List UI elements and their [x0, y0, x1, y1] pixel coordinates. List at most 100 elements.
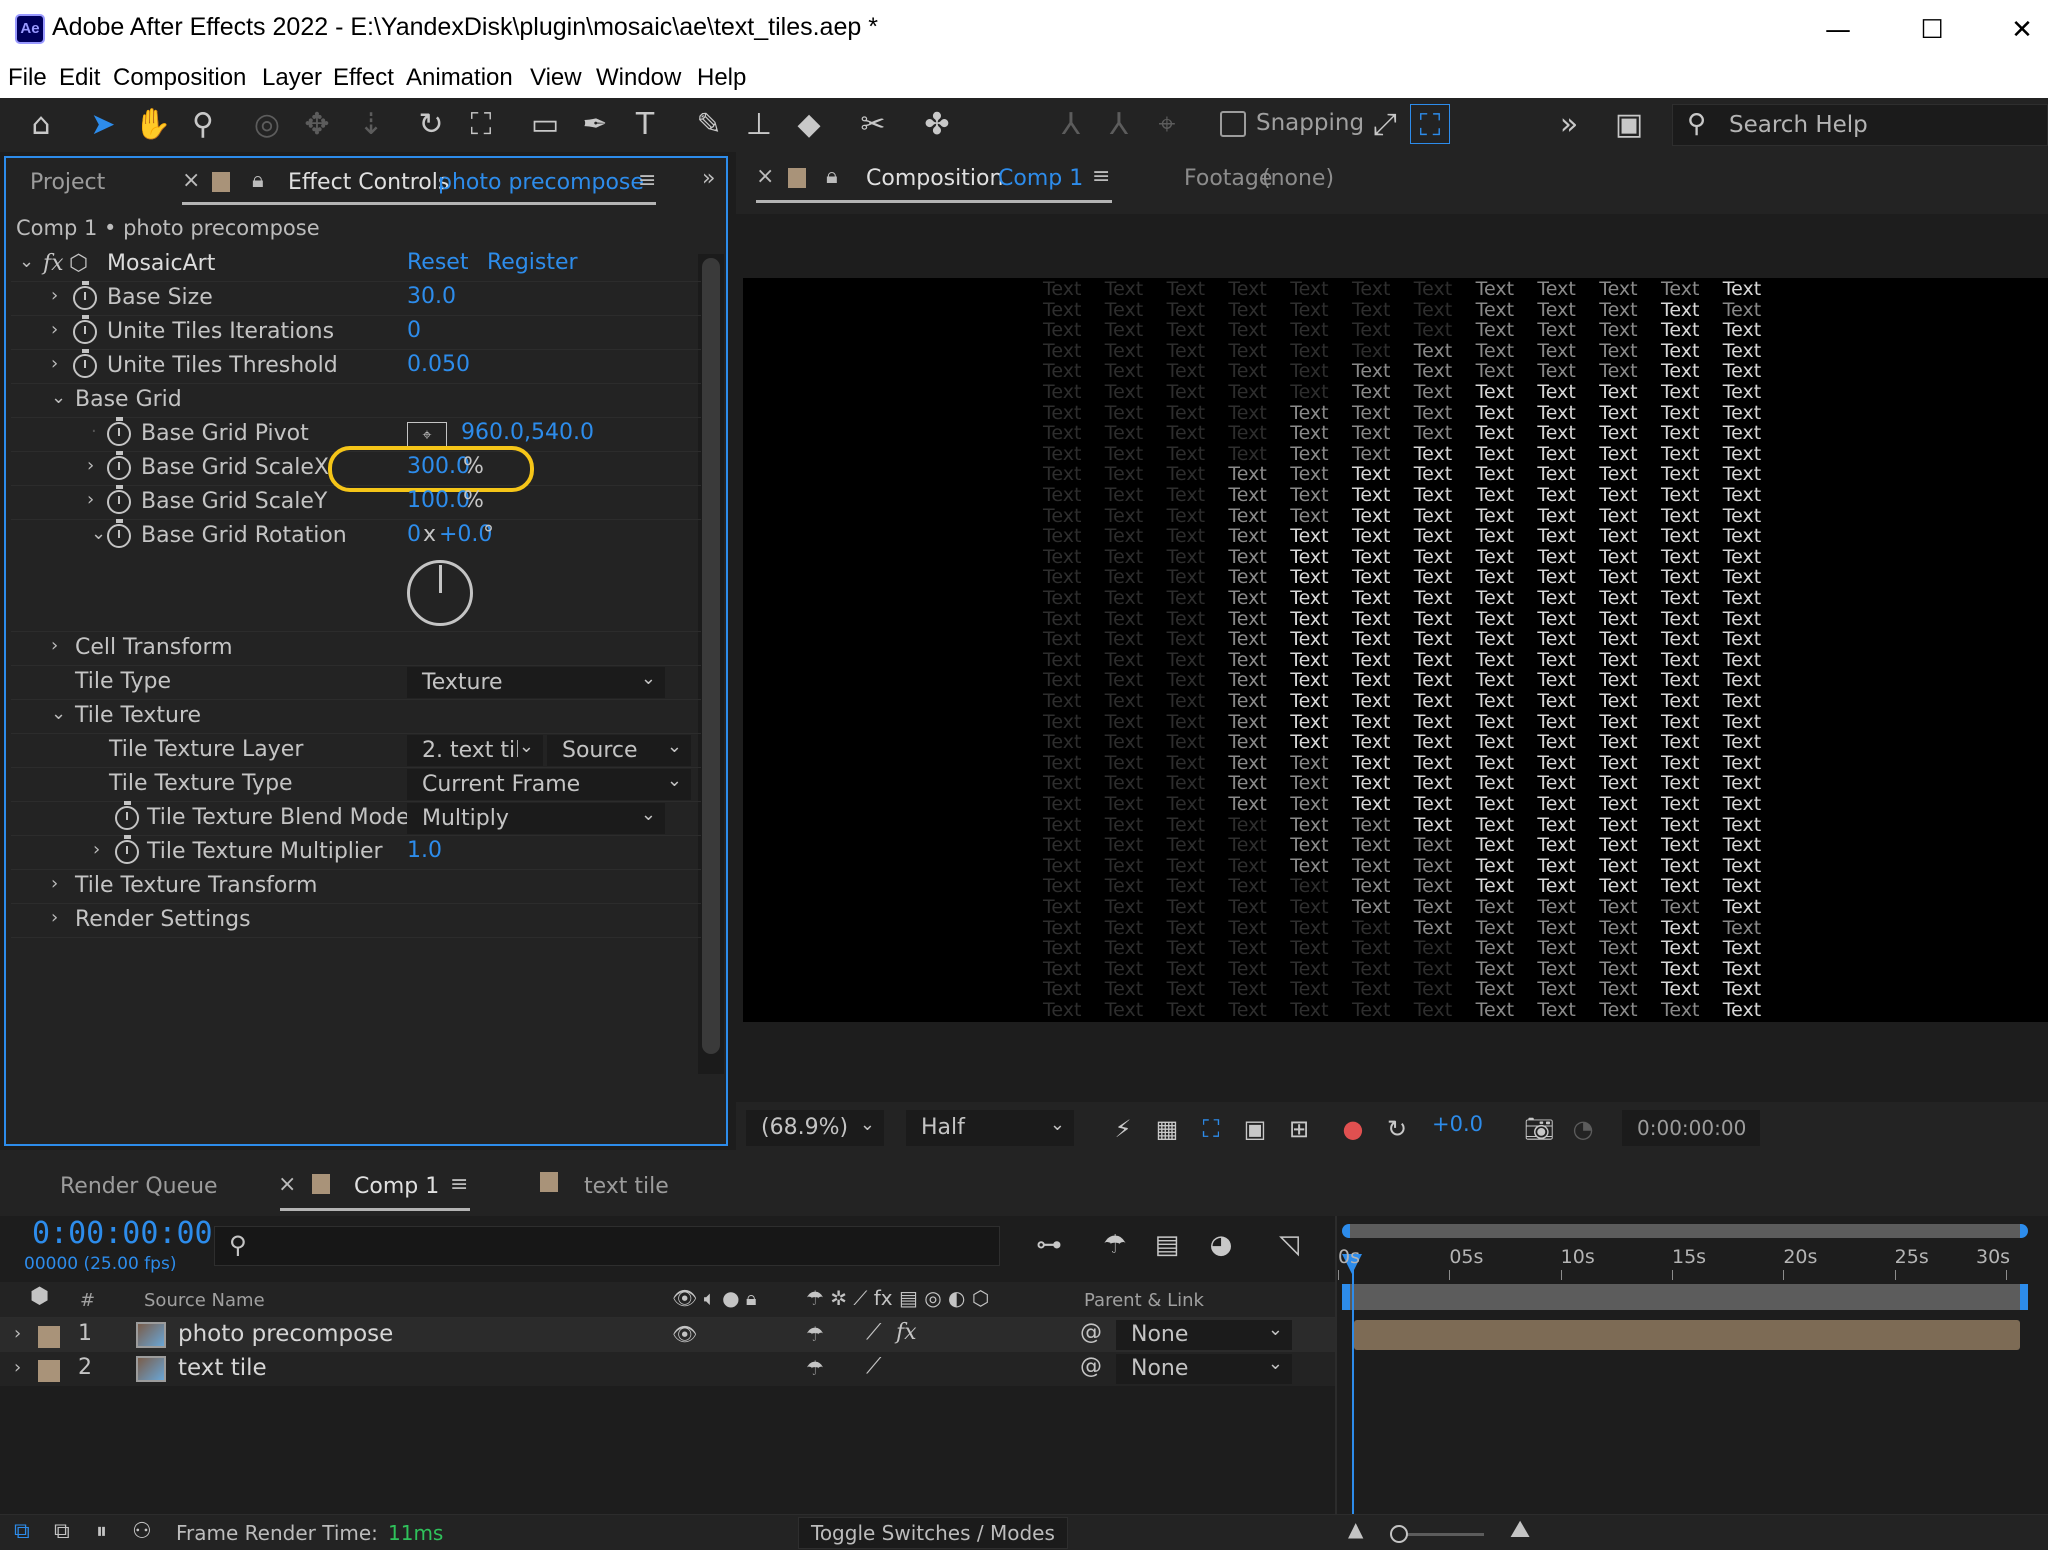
puppet-pin-icon[interactable]: ✤ [916, 104, 958, 146]
rotation-turns-value[interactable]: 0 [407, 522, 421, 547]
menu-composition[interactable]: Composition [113, 64, 246, 92]
pen-tool-icon[interactable]: ✒ [574, 104, 616, 146]
cell-transform-row[interactable]: › Cell Transform [11, 632, 701, 666]
tile-type-dropdown[interactable]: Texture ⌄ [407, 667, 665, 698]
point-crosshair-icon[interactable]: ⌖ [407, 422, 447, 448]
snapping-checkbox[interactable] [1220, 111, 1246, 137]
render-time-icon[interactable]: ⚇ [132, 1519, 152, 1544]
expand-chevron-icon[interactable]: › [14, 1357, 21, 1378]
layer-name[interactable]: text tile [178, 1355, 267, 1381]
collapse-chevron-icon[interactable]: ⌄ [91, 523, 106, 544]
clone-stamp-icon[interactable]: ⊥ [738, 104, 780, 146]
menu-animation[interactable]: Animation [406, 64, 513, 92]
orbit-camera-icon[interactable]: ◎ [246, 104, 288, 146]
collapse-chevron-icon[interactable]: ⌄ [19, 251, 34, 272]
fx-icon[interactable]: fx [43, 251, 64, 276]
col-source-name[interactable]: Source Name [144, 1290, 265, 1311]
tile-texture-transform-row[interactable]: › Tile Texture Transform [11, 870, 701, 904]
snap-grid-icon[interactable]: ⛶ [1410, 104, 1450, 144]
tab-effect-controls-layer[interactable]: photo precompose [438, 170, 644, 195]
time-navigator[interactable] [1342, 1224, 2028, 1238]
expand-chevron-icon[interactable]: › [93, 839, 100, 860]
brush-tool-icon[interactable]: ✎ [688, 104, 730, 146]
type-tool-icon[interactable]: T [624, 104, 666, 146]
show-snapshot-icon[interactable]: ◔ [1562, 1108, 1604, 1150]
home-icon[interactable]: ⌂ [20, 104, 62, 146]
toggle-switches-modes-button[interactable]: Toggle Switches / Modes [798, 1517, 1068, 1549]
expand-chevron-icon[interactable]: › [51, 873, 58, 894]
close-tab-icon[interactable]: × [278, 1172, 296, 1197]
stopwatch-icon[interactable] [107, 451, 131, 480]
layer-1-duration-bar[interactable] [1354, 1320, 2020, 1350]
tab-composition[interactable]: Composition [866, 166, 1003, 191]
quality-switch-icon[interactable]: ⟋ [866, 1320, 881, 1345]
stopwatch-icon[interactable] [73, 349, 97, 378]
composition-mini-flowchart-icon[interactable]: ⊶ [1028, 1224, 1070, 1266]
composition-canvas[interactable]: Text Text Text Text Text Text Text Text Text Text… [743, 278, 2048, 1022]
reset-exposure-icon[interactable]: ↻ [1376, 1108, 1418, 1150]
render-settings-row[interactable]: › Render Settings [11, 904, 701, 938]
eraser-tool-icon[interactable]: ◆ [788, 104, 830, 146]
frame-blending-icon[interactable]: ▤ [1146, 1224, 1188, 1266]
menu-file[interactable]: File [8, 64, 47, 92]
current-time-display[interactable]: 0:00:00:00 [32, 1216, 213, 1251]
tab-effect-controls[interactable]: Effect Controls [288, 170, 449, 195]
menu-help[interactable]: Help [697, 64, 746, 92]
blend-mode-dropdown[interactable]: Multiply ⌄ [407, 803, 665, 834]
search-help-field[interactable]: ⚲ Search Help [1672, 104, 2048, 146]
zoom-in-icon[interactable]: ⛰ [1510, 1515, 1530, 1543]
guides-grid-icon[interactable]: ⊞ [1278, 1108, 1320, 1150]
close-tab-icon[interactable]: × [756, 164, 774, 189]
stopwatch-icon[interactable] [73, 315, 97, 344]
menu-window[interactable]: Window [596, 64, 681, 92]
maximize-button[interactable]: ☐ [1892, 8, 1972, 52]
menu-edit[interactable]: Edit [59, 64, 100, 92]
hand-tool-icon[interactable]: ✋ [132, 104, 174, 146]
effect-header-row[interactable]: ⌄ fx ⬡ MosaicArt Reset Register [11, 248, 701, 282]
world-axis-icon[interactable]: ⅄ [1098, 104, 1140, 146]
close-button[interactable]: ✕ [1982, 8, 2048, 52]
snap-options-icon[interactable]: ⤢ [1364, 104, 1406, 146]
base-grid-scaley-value[interactable]: 100.0 [407, 488, 470, 513]
local-axis-icon[interactable]: ⅄ [1050, 104, 1092, 146]
expand-chevron-icon[interactable]: › [51, 907, 58, 928]
tab-text-tile[interactable]: text tile [584, 1174, 669, 1199]
panel-menu-icon[interactable]: ≡ [1092, 164, 1110, 189]
menu-view[interactable]: View [530, 64, 582, 92]
more-workspaces-icon[interactable]: » [1548, 104, 1590, 146]
transfer-controls-icon[interactable]: ⧉ [54, 1519, 70, 1544]
quality-switch-icon[interactable]: ⟋ [866, 1354, 881, 1379]
region-of-interest-icon[interactable]: ⛶ [1190, 1108, 1232, 1150]
snapshot-camera-icon[interactable]: 📷︎ [1518, 1108, 1560, 1150]
stopwatch-icon[interactable] [107, 519, 131, 548]
lock-icon[interactable]: 🔒︎ [826, 164, 838, 189]
expand-chevron-icon[interactable]: › [51, 319, 58, 340]
tab-render-queue[interactable]: Render Queue [60, 1174, 218, 1199]
stopwatch-icon[interactable] [107, 485, 131, 514]
layer-row-2[interactable]: › 2 text tile ☂ ⟋ @ None ⌄ [0, 1352, 1335, 1386]
stopwatch-icon[interactable] [115, 801, 139, 830]
collapse-chevron-icon[interactable]: ⌄ [51, 387, 66, 408]
base-size-value[interactable]: 30.0 [407, 284, 456, 309]
pick-whip-icon[interactable]: @ [1080, 1320, 1102, 1345]
expand-chevron-icon[interactable]: › [51, 285, 58, 306]
shy-switch-icon[interactable]: ☂ [806, 1322, 824, 1346]
pan-behind-icon[interactable]: ⛶ [460, 104, 502, 146]
stopwatch-icon[interactable] [115, 835, 139, 864]
dolly-camera-icon[interactable]: ⇣ [350, 104, 392, 146]
timeline-zoom-thumb[interactable] [1390, 1525, 1408, 1543]
layer-name[interactable]: photo precompose [178, 1321, 393, 1347]
work-area-bar[interactable] [1342, 1284, 2028, 1310]
collapse-chevron-icon[interactable]: ⌄ [51, 703, 66, 724]
parent-dropdown[interactable]: None ⌄ [1116, 1353, 1292, 1384]
unite-tiles-threshold-value[interactable]: 0.050 [407, 352, 470, 377]
tab-composition-name[interactable]: Comp 1 [998, 166, 1083, 191]
zoom-tool-icon[interactable]: ⚲ [182, 104, 224, 146]
menu-effect[interactable]: Effect [333, 64, 394, 92]
menu-layer[interactable]: Layer [262, 64, 322, 92]
graph-editor-icon[interactable]: ◹ [1268, 1224, 1310, 1266]
workspace-icon[interactable]: ▣ [1608, 104, 1650, 146]
view-axis-icon[interactable]: ⌖ [1146, 104, 1188, 146]
parent-dropdown[interactable]: None ⌄ [1116, 1319, 1292, 1350]
timecode-field[interactable]: 0:00:00:00 [1622, 1110, 1760, 1146]
